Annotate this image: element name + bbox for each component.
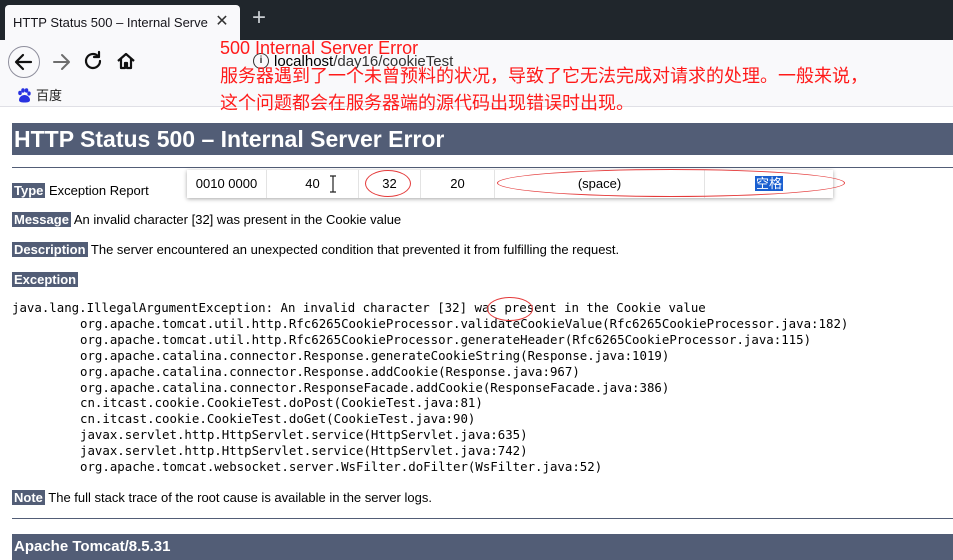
stack-frame: org.apache.tomcat.util.http.Rfc6265Cooki…	[80, 331, 812, 347]
exception-label: Exception	[12, 272, 79, 287]
annotation-line: 这个问题都会在服务器端的源代码出现错误时出现。	[220, 93, 634, 113]
tab-title: HTTP Status 500 – Internal Server Error	[13, 15, 208, 30]
ascii-hex: 20	[421, 170, 495, 198]
note-value: The full stack trace of the root cause i…	[44, 490, 432, 505]
description-value: The server encountered an unexpected con…	[87, 242, 620, 257]
stack-trace: java.lang.IllegalArgumentException: An i…	[12, 300, 848, 475]
divider	[12, 518, 953, 519]
tab-strip: HTTP Status 500 – Internal Server Error …	[0, 0, 953, 40]
highlight-circle	[365, 170, 411, 197]
highlight-circle	[487, 297, 533, 321]
message-value: An invalid character [32] was present in…	[70, 212, 402, 227]
stack-frame: cn.itcast.cookie.CookieTest.doGet(Cookie…	[80, 411, 476, 427]
exception-line: java.lang.IllegalArgumentException: An i…	[12, 300, 706, 315]
message-label: Message	[12, 212, 71, 227]
note-label: Note	[12, 490, 45, 505]
type-row: Type Exception Report	[12, 182, 149, 199]
stack-frame: org.apache.catalina.connector.ResponseFa…	[80, 379, 670, 395]
close-tab-icon[interactable]: ✕	[214, 14, 230, 30]
stack-frame: cn.itcast.cookie.CookieTest.doPost(Cooki…	[80, 395, 483, 411]
highlight-circle	[497, 169, 845, 197]
server-footer: Apache Tomcat/8.5.31	[12, 534, 953, 560]
divider	[12, 167, 953, 168]
ascii-octal: 40	[267, 170, 359, 198]
annotation-line: 服务器遇到了一个未曾预料的状况，导致了它无法完成对请求的处理。一般来说，	[220, 66, 868, 86]
forward-button[interactable]	[46, 46, 78, 78]
back-button[interactable]	[8, 46, 40, 78]
stack-frame: javax.servlet.http.HttpServlet.service(H…	[80, 443, 528, 459]
home-icon	[117, 52, 135, 70]
reload-button[interactable]	[78, 46, 110, 78]
back-arrow-icon	[14, 53, 33, 71]
forward-arrow-icon	[53, 54, 70, 70]
home-button[interactable]	[111, 46, 143, 78]
description-row: Description The server encountered an un…	[12, 241, 619, 258]
stack-frame: org.apache.catalina.connector.Response.a…	[80, 363, 580, 379]
ascii-binary: 0010 0000	[187, 170, 267, 198]
stack-frame: javax.servlet.http.HttpServlet.service(H…	[80, 427, 528, 443]
note-row: Note The full stack trace of the root ca…	[12, 489, 432, 506]
new-tab-icon[interactable]: +	[248, 6, 270, 30]
exception-row: Exception	[12, 271, 79, 288]
baidu-paw-icon	[18, 87, 31, 102]
message-row: Message An invalid character [32] was pr…	[12, 211, 401, 228]
text-cursor-icon	[330, 175, 336, 193]
type-label: Type	[12, 183, 46, 198]
stack-frame: org.apache.tomcat.websocket.server.WsFil…	[80, 459, 603, 475]
reload-icon	[84, 50, 102, 70]
page-title: HTTP Status 500 – Internal Server Error	[12, 123, 953, 155]
bookmark-baidu[interactable]: 百度	[16, 85, 62, 104]
annotation-title: 500 Internal Server Error	[220, 38, 419, 58]
stack-frame: org.apache.catalina.connector.Response.g…	[80, 347, 670, 363]
bookmark-label: 百度	[36, 88, 63, 103]
type-value: Exception Report	[45, 183, 149, 198]
description-label: Description	[12, 242, 88, 257]
stack-frame: org.apache.tomcat.util.http.Rfc6265Cooki…	[80, 315, 849, 331]
browser-tab[interactable]: HTTP Status 500 – Internal Server Error …	[5, 5, 240, 40]
